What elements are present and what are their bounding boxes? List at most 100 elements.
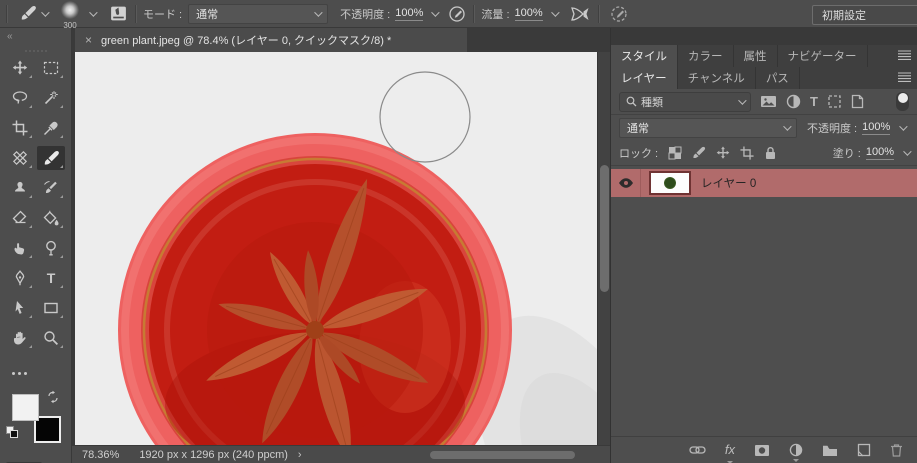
tab-properties[interactable]: 属性 <box>734 45 778 67</box>
flow-chevron-icon[interactable] <box>551 8 559 16</box>
layers-panel-menu-icon[interactable] <box>898 72 911 83</box>
lock-transparency-icon[interactable] <box>668 146 682 160</box>
eraser-tool[interactable] <box>6 206 34 230</box>
lock-pixels-icon[interactable] <box>692 146 706 160</box>
lock-position-icon[interactable] <box>716 146 730 160</box>
layer-filter-type-select[interactable]: 種類 <box>619 92 751 112</box>
hand-tool[interactable] <box>6 326 34 350</box>
toolbar-grip[interactable] <box>25 50 47 52</box>
zoom-tool[interactable] <box>37 326 65 350</box>
lock-artboard-icon[interactable] <box>740 146 754 160</box>
status-zoom-level[interactable]: 78.36% <box>82 449 119 461</box>
crop-tool[interactable] <box>6 116 34 140</box>
collapse-toolbar-button[interactable]: « <box>0 28 71 45</box>
default-colors-icon[interactable] <box>6 426 19 439</box>
brush-preset-chevron-icon[interactable] <box>89 8 97 16</box>
tab-color[interactable]: カラー <box>678 45 734 67</box>
paint-bucket-tool[interactable] <box>37 206 65 230</box>
history-brush-tool[interactable] <box>37 176 65 200</box>
layer-opacity-chevron-icon[interactable] <box>899 122 907 130</box>
document-tab-bar: × green plant.jpeg @ 78.4% (レイヤー 0, クイック… <box>72 28 610 52</box>
blend-mode-select[interactable]: 通常 <box>619 118 797 138</box>
panel-menu-icon[interactable] <box>898 50 911 61</box>
tab-layers[interactable]: レイヤー <box>611 67 678 89</box>
type-tool[interactable]: T <box>37 266 65 290</box>
layer-name[interactable]: レイヤー 0 <box>701 175 756 191</box>
foreground-color-swatch[interactable] <box>12 394 39 421</box>
tool-preset-chevron-icon[interactable] <box>41 8 49 16</box>
blend-mode-value: 通常 <box>627 120 649 136</box>
tab-paths[interactable]: パス <box>756 67 800 89</box>
tab-channels[interactable]: チャンネル <box>678 67 756 89</box>
eyedropper-tool[interactable] <box>37 116 65 140</box>
mode-select[interactable]: 通常 <box>188 4 328 24</box>
flow-value[interactable]: 100% <box>515 7 543 21</box>
tool-preset-brush-icon[interactable] <box>20 5 37 22</box>
move-tool[interactable] <box>6 56 34 80</box>
new-layer-icon[interactable] <box>857 443 871 457</box>
filter-smart-object-icon[interactable] <box>851 94 864 109</box>
quick-selection-tool[interactable] <box>37 86 65 110</box>
marquee-tool[interactable] <box>37 56 65 80</box>
document-tab[interactable]: × green plant.jpeg @ 78.4% (レイヤー 0, クイック… <box>75 28 467 52</box>
path-selection-tool[interactable] <box>6 296 34 320</box>
search-icon <box>626 96 637 107</box>
chevron-down-icon <box>783 122 791 130</box>
layer-thumbnail[interactable] <box>652 174 688 192</box>
smoothing-pressure-icon[interactable] <box>610 5 628 23</box>
filter-shape-layers-icon[interactable] <box>827 94 842 109</box>
dodge-tool[interactable] <box>37 236 65 260</box>
swap-colors-icon[interactable] <box>46 390 60 404</box>
opacity-chevron-icon[interactable] <box>432 8 440 16</box>
fill-label: 塗り : <box>833 145 861 161</box>
lock-all-icon[interactable] <box>764 146 777 160</box>
toggle-brush-settings-icon[interactable] <box>109 5 128 22</box>
opacity-pressure-icon[interactable] <box>448 5 466 23</box>
opacity-value[interactable]: 100% <box>395 7 423 21</box>
layer-filter-toggle[interactable] <box>896 92 909 111</box>
filter-pixel-layers-icon[interactable] <box>760 94 777 109</box>
status-options-chevron[interactable]: › <box>298 449 302 461</box>
fill-chevron-icon[interactable] <box>903 147 911 155</box>
lock-row: ロック : 塗り : 100% <box>611 140 917 166</box>
shape-tool[interactable] <box>37 296 65 320</box>
delete-layer-icon[interactable] <box>890 443 903 457</box>
tab-styles[interactable]: スタイル <box>611 45 678 67</box>
edit-toolbar-button[interactable] <box>12 362 71 380</box>
canvas[interactable] <box>75 52 597 445</box>
layer-opacity-label: 不透明度 : <box>807 120 857 136</box>
brush-tip-preview-icon <box>61 1 79 19</box>
layers-panel-footer: fx <box>611 436 917 463</box>
smudge-tool[interactable] <box>6 236 34 260</box>
layer-opacity-value[interactable]: 100% <box>862 121 890 135</box>
filter-type-layers-icon[interactable]: T <box>810 94 818 109</box>
lasso-tool[interactable] <box>6 86 34 110</box>
adjustment-layer-icon[interactable] <box>789 443 803 457</box>
chevron-down-icon <box>738 96 746 104</box>
layer-visibility-toggle[interactable] <box>611 169 641 197</box>
healing-brush-tool[interactable] <box>6 146 34 170</box>
fill-value[interactable]: 100% <box>866 146 894 160</box>
airbrush-icon[interactable] <box>569 6 591 22</box>
vertical-scrollbar-thumb[interactable] <box>600 165 609 292</box>
lock-label: ロック : <box>619 145 658 161</box>
add-layer-mask-icon[interactable] <box>754 444 770 457</box>
brush-preset-picker[interactable]: 300 <box>57 1 83 27</box>
vertical-scrollbar[interactable] <box>597 52 610 445</box>
pen-tool[interactable] <box>6 266 34 290</box>
horizontal-scrollbar-thumb[interactable] <box>430 451 575 459</box>
right-panel: スタイル カラー 属性 ナビゲーター レイヤー チャンネル パス 種類 T 通常… <box>610 28 917 463</box>
filter-adjustment-layers-icon[interactable] <box>786 94 801 109</box>
link-layers-icon[interactable] <box>689 444 706 456</box>
tab-navigator[interactable]: ナビゲーター <box>778 45 868 67</box>
flow-label: 流量 : <box>481 6 509 22</box>
close-tab-button[interactable]: × <box>85 33 92 47</box>
brush-tool[interactable] <box>37 146 65 170</box>
toolbar: « T <box>0 28 72 463</box>
layer-row-0[interactable]: レイヤー 0 <box>611 169 917 197</box>
eye-icon <box>618 177 634 189</box>
clone-stamp-tool[interactable] <box>6 176 34 200</box>
default-settings-button[interactable]: 初期設定 <box>812 5 917 25</box>
layer-style-fx-icon[interactable]: fx <box>725 441 735 459</box>
new-group-icon[interactable] <box>822 444 838 457</box>
